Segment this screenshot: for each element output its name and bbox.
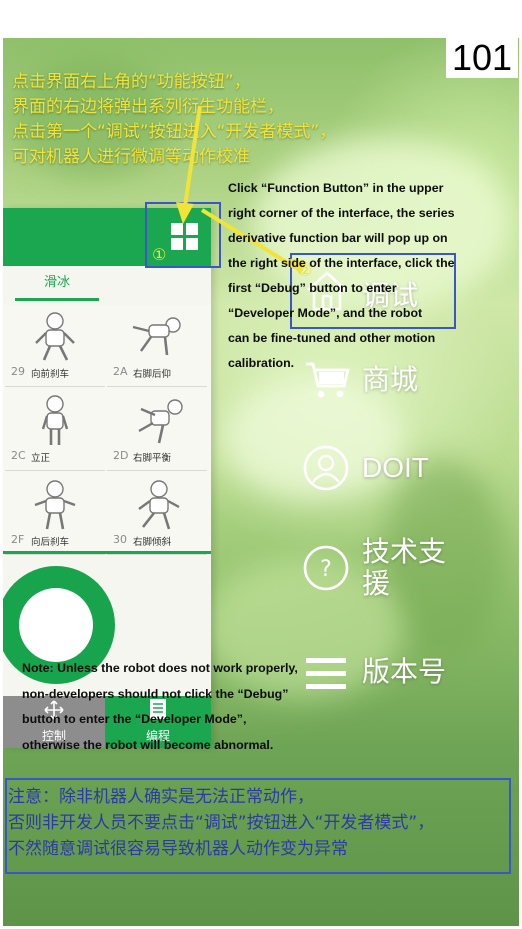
note-zh: 注意：除非机器人确实是无法正常动作， 否则非开发人员不要点击“调试”按钮进入“开… (8, 784, 508, 862)
instruction-en-line: the right side of the interface, click t… (228, 256, 455, 270)
instruction-en: Click “Function Button” in the upper rig… (228, 176, 490, 376)
instruction-en-line: first “Debug” button to enter (228, 281, 397, 295)
arrow-head-icon (176, 202, 194, 224)
note-en-line: button to enter the “Developer Mode”, (22, 712, 247, 726)
note-en: Note: Unless the robot does not work pro… (22, 656, 352, 758)
note-en-line: Note: Unless the robot does not work pro… (22, 661, 298, 675)
arrow-to-function-button (183, 105, 202, 207)
instruction-en-line: Click “Function Button” in the upper (228, 181, 444, 195)
note-en-line: otherwise the robot will become abnormal… (22, 737, 274, 752)
instruction-en-line: can be fine-tuned and other motion (228, 331, 436, 345)
instruction-en-line: calibration. (228, 356, 295, 370)
note-zh-line: 注意：除非机器人确实是无法正常动作， (8, 787, 314, 807)
note-zh-line: 否则非开发人员不要点击“调试”按钮进入“开发者模式”， (8, 813, 435, 833)
instruction-en-line: “Developer Mode”, and the robot (228, 306, 423, 320)
instruction-en-line: derivative function bar will pop up on (228, 231, 448, 245)
instruction-en-line: right corner of the interface, the serie… (228, 206, 455, 220)
note-en-line: non-developers should not click the “Deb… (22, 686, 289, 701)
note-zh-line: 不然随意调试很容易导致机器人动作变为异常 (8, 839, 348, 859)
